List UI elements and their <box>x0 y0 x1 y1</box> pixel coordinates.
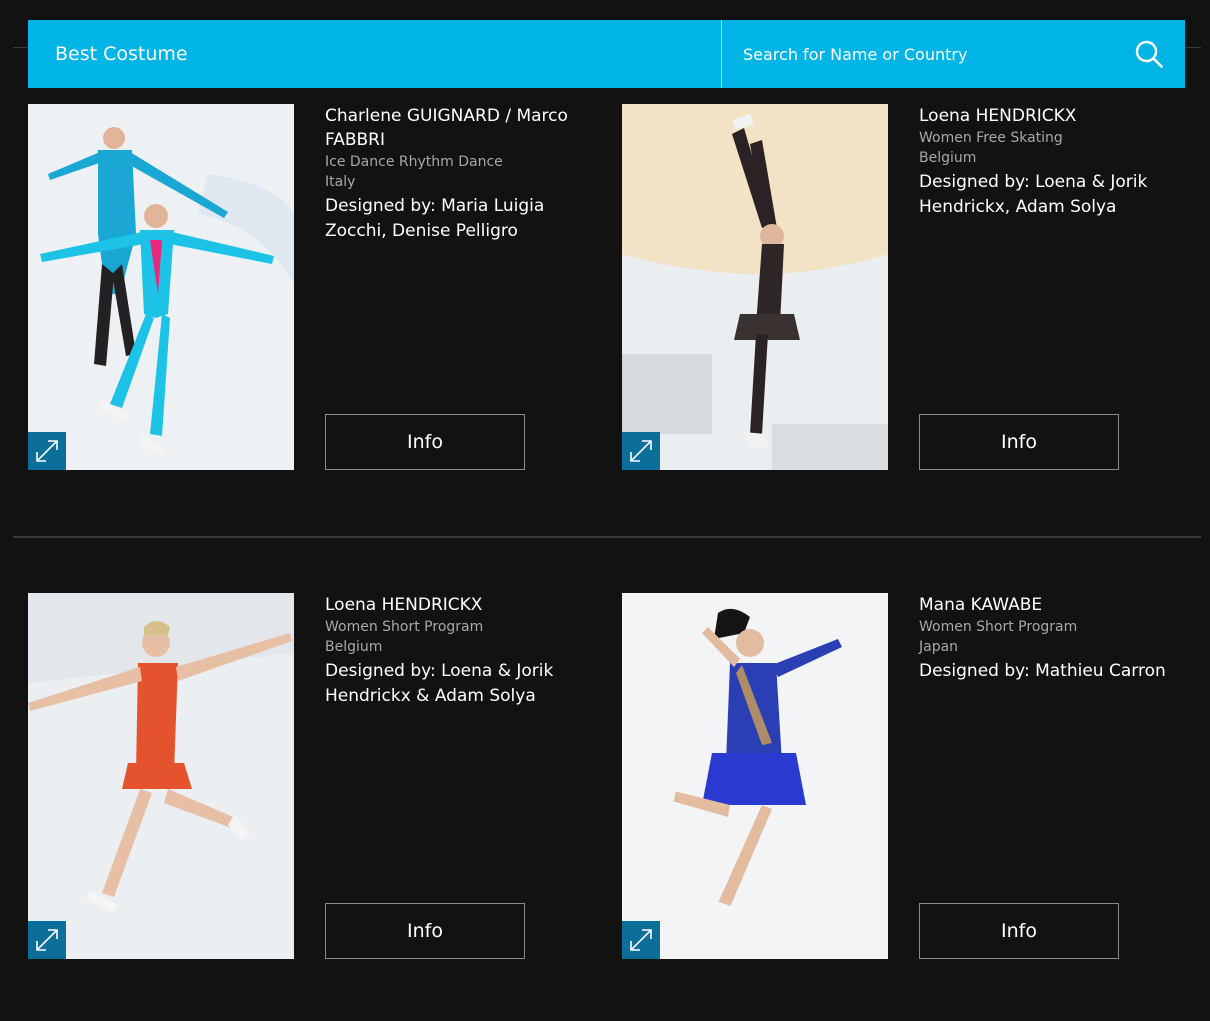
costume-card: Loena HENDRICKX Women Free Skating Belgi… <box>622 104 1182 470</box>
skaters-photo-illustration <box>28 104 294 470</box>
info-button[interactable]: Info <box>325 903 525 959</box>
skater-name: Mana KAWABE <box>919 595 1043 615</box>
costume-card: Loena HENDRICKX Women Short Program Belg… <box>28 593 588 959</box>
skater-country: Italy <box>325 174 356 190</box>
designer-credit: Designed by: Loena & Jorik Hendrickx, Ad… <box>919 172 1148 217</box>
search-box <box>722 20 1185 88</box>
expand-button[interactable] <box>28 432 66 470</box>
expand-button[interactable] <box>622 921 660 959</box>
search-input[interactable] <box>743 44 1133 64</box>
skater-country: Japan <box>919 639 959 655</box>
event-category: Women Free Skating <box>919 130 1063 146</box>
costume-card: Mana KAWABE Women Short Program Japan De… <box>622 593 1182 959</box>
designer-credit: Designed by: Loena & Jorik Hendrickx & A… <box>325 661 554 706</box>
skater-photo-illustration <box>622 104 888 470</box>
card-details: Loena HENDRICKX Women Short Program Belg… <box>325 593 593 709</box>
event-category: Women Short Program <box>919 619 1078 635</box>
search-icon <box>1135 40 1163 68</box>
event-category: Ice Dance Rhythm Dance <box>325 154 503 170</box>
costume-photo[interactable] <box>622 104 888 470</box>
expand-button[interactable] <box>622 432 660 470</box>
skater-name: Loena HENDRICKX <box>325 595 483 615</box>
header-bar: Best Costume <box>28 20 1185 88</box>
info-button[interactable]: Info <box>919 414 1119 470</box>
info-button[interactable]: Info <box>325 414 525 470</box>
expand-icon <box>630 440 652 462</box>
card-details: Charlene GUIGNARD / Marco FABBRI Ice Dan… <box>325 104 593 244</box>
expand-icon <box>36 929 58 951</box>
costume-card: Charlene GUIGNARD / Marco FABBRI Ice Dan… <box>28 104 588 470</box>
skater-photo-illustration <box>28 593 294 959</box>
designer-credit: Designed by: Mathieu Carron <box>919 661 1166 681</box>
card-details: Loena HENDRICKX Women Free Skating Belgi… <box>919 104 1187 220</box>
skater-name: Loena HENDRICKX <box>919 106 1077 126</box>
row-divider <box>13 536 1201 538</box>
header-divider <box>721 20 722 88</box>
costume-photo[interactable] <box>28 593 294 959</box>
expand-button[interactable] <box>28 921 66 959</box>
search-button[interactable] <box>1133 38 1165 70</box>
costume-photo[interactable] <box>28 104 294 470</box>
skater-photo-illustration <box>622 593 888 959</box>
skater-country: Belgium <box>919 150 977 166</box>
info-button[interactable]: Info <box>919 903 1119 959</box>
costume-photo[interactable] <box>622 593 888 959</box>
skater-country: Belgium <box>325 639 383 655</box>
expand-icon <box>36 440 58 462</box>
event-category: Women Short Program <box>325 619 484 635</box>
expand-icon <box>630 929 652 951</box>
skater-name: Charlene GUIGNARD / Marco FABBRI <box>325 106 568 150</box>
card-details: Mana KAWABE Women Short Program Japan De… <box>919 593 1187 684</box>
page-title: Best Costume <box>55 43 188 65</box>
page: Best Costume Search for Name or Country … <box>0 0 1210 1021</box>
designer-credit: Designed by: Maria Luigia Zocchi, Denise… <box>325 196 545 241</box>
